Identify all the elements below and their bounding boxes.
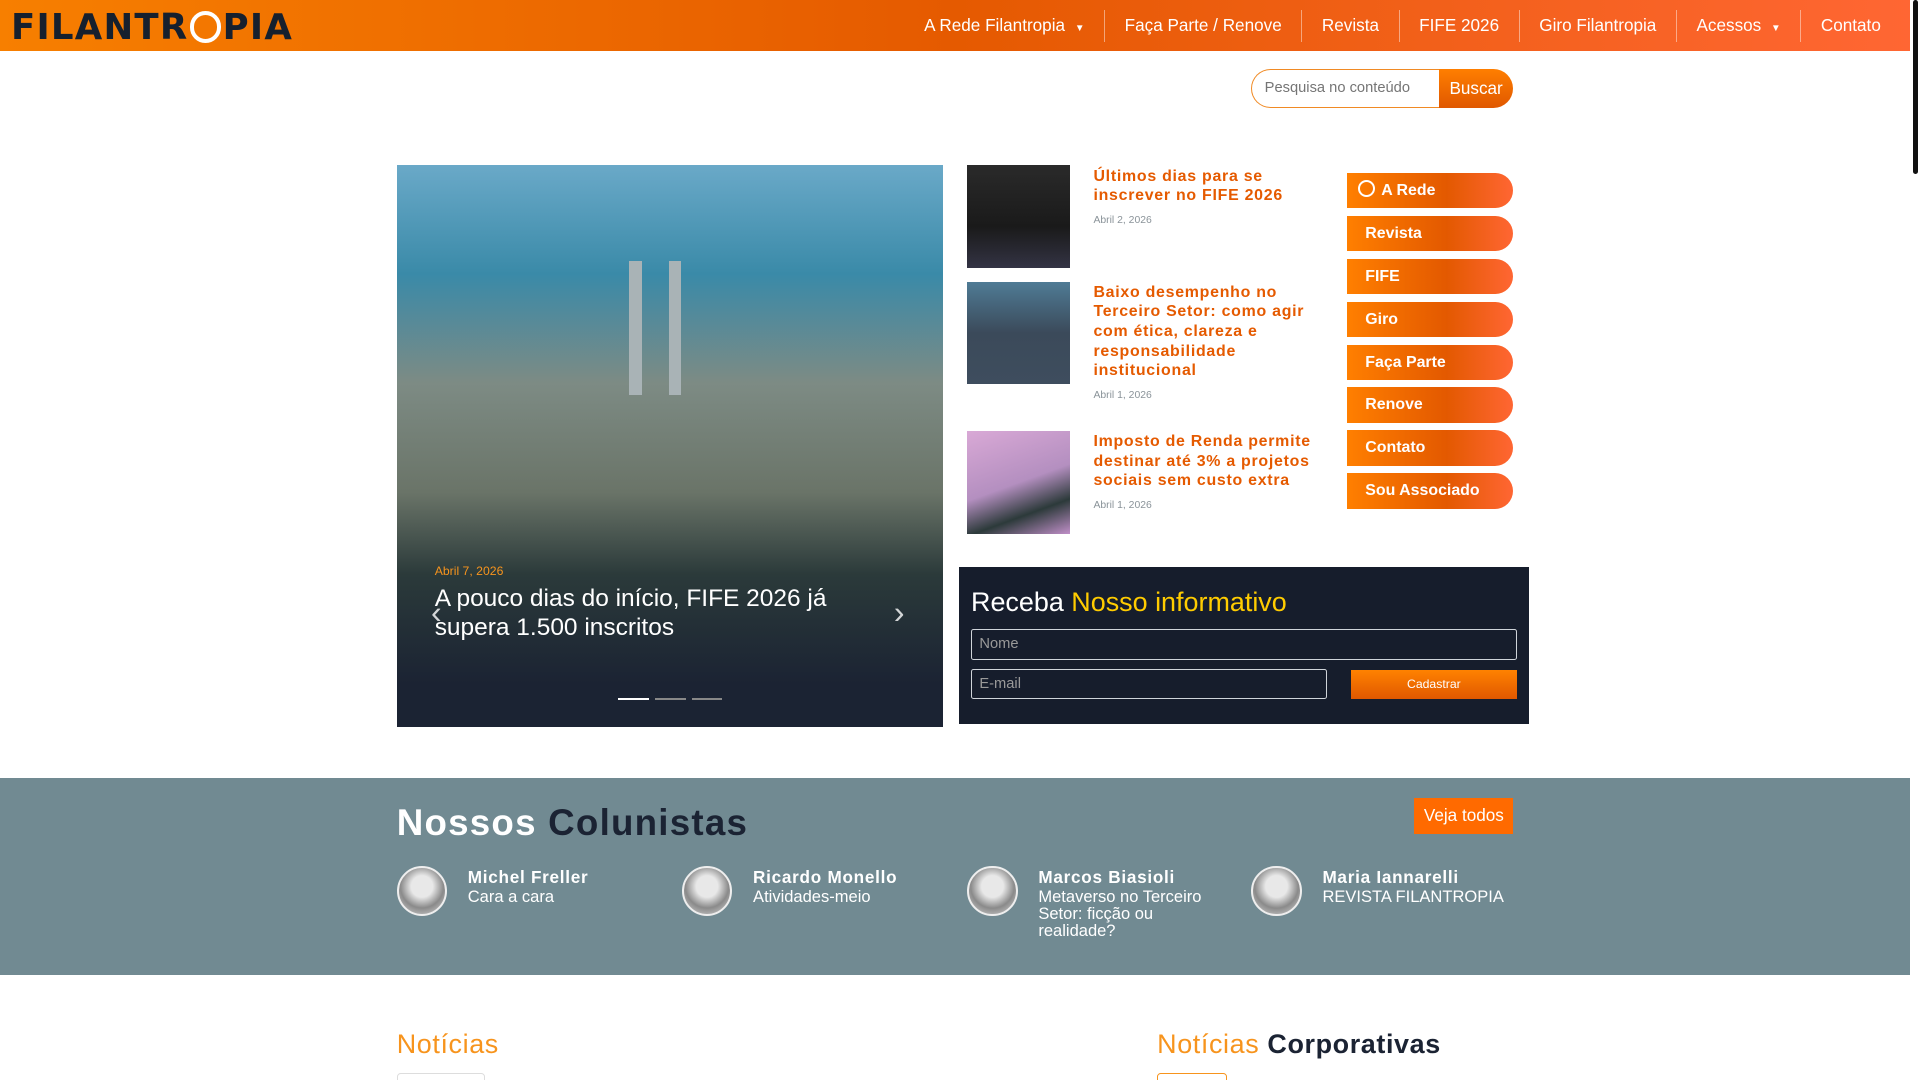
columnist-column[interactable]: Metaverso no Terceiro Setor: ficção ou r…	[1038, 888, 1222, 939]
carousel-indicators	[618, 697, 723, 701]
news-title[interactable]: Últimos dias para se inscrever no FIFE 2…	[1093, 168, 1282, 205]
avatar	[967, 865, 1018, 916]
search-input[interactable]	[1251, 68, 1439, 108]
newsletter-title: Receba Nosso informativo	[971, 587, 1287, 618]
nav-fife[interactable]: FIFE 2026	[1398, 9, 1519, 42]
side-revista[interactable]: Revista	[1346, 215, 1514, 252]
news-thumbnail[interactable]	[967, 431, 1071, 534]
nav-contato[interactable]: Contato	[1800, 9, 1900, 42]
slide-date: Abril 7, 2026	[434, 564, 504, 579]
title-part: Notícias	[396, 1028, 499, 1059]
side-fife[interactable]: FIFE	[1346, 258, 1514, 295]
title-highlight: Colunistas	[548, 802, 749, 844]
columnist-column[interactable]: Atividades-meio	[753, 888, 937, 905]
nav-faca-parte[interactable]: Faça Parte / Renove	[1104, 9, 1301, 42]
corporate-news-title: Notícias Corporativas	[1157, 1029, 1441, 1060]
avatar	[396, 865, 447, 916]
subscribe-button[interactable]: Cadastrar	[1350, 669, 1518, 700]
side-label: A Rede	[1381, 181, 1436, 199]
page: FILANTR PIA A Rede Filantropia ▼ Faça Part…	[0, 0, 1920, 1080]
avatar	[1251, 865, 1302, 916]
hero-carousel[interactable]: ‹ › Abril 7, 2026 A pouco dias do início…	[396, 165, 943, 728]
columnist-name[interactable]: Maria Iannarelli	[1322, 867, 1458, 888]
columnists-title: Nossos Colunistas	[397, 802, 748, 844]
carousel-dot[interactable]	[655, 697, 686, 701]
avatar	[682, 865, 733, 916]
columnist-column[interactable]: Cara a cara	[468, 888, 652, 905]
carousel-dot[interactable]	[618, 697, 649, 701]
side-faca-parte[interactable]: Faça Parte	[1346, 344, 1514, 381]
columnist-name[interactable]: Ricardo Monello	[753, 867, 897, 888]
title-part: Nossos	[396, 802, 537, 844]
search-button[interactable]: Buscar	[1438, 68, 1514, 108]
email-field[interactable]: E-mail	[971, 668, 1328, 700]
columnist-column[interactable]: REVISTA FILANTROPIA	[1322, 888, 1530, 905]
side-sou-associado[interactable]: Sou Associado	[1346, 473, 1514, 509]
slide-title[interactable]: A pouco dias do início, FIFE 2026 já sup…	[435, 584, 900, 643]
side-menu: A Rede Revista FIFE Giro Faça Parte Reno…	[1346, 172, 1514, 517]
newsletter-form: Receba Nosso informativo Nome E-mail Cad…	[958, 566, 1530, 724]
carousel-dot[interactable]	[691, 697, 723, 701]
news-title[interactable]: Baixo desempenho no Terceiro Setor: como…	[1093, 284, 1304, 379]
scrollbar-thumb[interactable]	[1912, 0, 1918, 174]
news-date: Abril 1, 2026	[1093, 499, 1152, 511]
news-tab[interactable]	[396, 1072, 485, 1080]
news-section-title: Notícias	[397, 1029, 499, 1060]
logo-swirl-icon	[189, 11, 222, 44]
caret-down-icon: ▼	[1074, 22, 1085, 34]
columnist-name[interactable]: Marcos Biasioli	[1038, 867, 1175, 888]
columnists-section: Nossos Colunistas Veja todos Michel Frel…	[0, 777, 1911, 975]
caret-down-icon: ▼	[1771, 22, 1781, 34]
title-part: Notícias	[1157, 1028, 1260, 1059]
news-thumbnail[interactable]	[967, 165, 1071, 269]
search-form: Buscar	[1251, 68, 1514, 108]
site-logo[interactable]: FILANTR PIA	[11, 7, 293, 48]
nav-a-rede[interactable]: A Rede Filantropia ▼	[905, 10, 1105, 42]
side-contato[interactable]: Contato	[1346, 430, 1514, 466]
nav-label: A Rede Filantropia	[924, 14, 1066, 35]
top-navbar: FILANTR PIA A Rede Filantropia ▼ Faça Part…	[0, 0, 1911, 52]
side-renove[interactable]: Renove	[1346, 387, 1514, 423]
side-a-rede[interactable]: A Rede	[1346, 172, 1514, 209]
nav-label: Acessos	[1696, 14, 1762, 35]
title-highlight: Nosso informativo	[1071, 586, 1287, 617]
columnist-name[interactable]: Michel Freller	[468, 867, 589, 888]
side-giro[interactable]: Giro	[1346, 301, 1514, 338]
news-date: Abril 1, 2026	[1093, 389, 1152, 401]
title-highlight: Corporativas	[1267, 1028, 1441, 1059]
nav-giro[interactable]: Giro Filantropia	[1518, 9, 1676, 42]
swirl-icon	[1357, 179, 1376, 198]
news-title[interactable]: Imposto de Renda permite destinar até 3%…	[1093, 433, 1310, 489]
title-part: Receba	[971, 586, 1064, 617]
see-all-button[interactable]: Veja todos	[1414, 798, 1514, 834]
nav-revista[interactable]: Revista	[1301, 9, 1398, 42]
nav-acessos[interactable]: Acessos ▼	[1675, 9, 1800, 42]
corporate-news-tab[interactable]	[1157, 1072, 1227, 1080]
news-thumbnail[interactable]	[967, 281, 1071, 385]
main-nav: A Rede Filantropia ▼ Faça Parte / Renove …	[905, 0, 1901, 51]
news-date: Abril 2, 2026	[1093, 214, 1152, 226]
scrollbar[interactable]	[1910, 0, 1920, 1080]
name-field[interactable]: Nome	[971, 629, 1518, 660]
